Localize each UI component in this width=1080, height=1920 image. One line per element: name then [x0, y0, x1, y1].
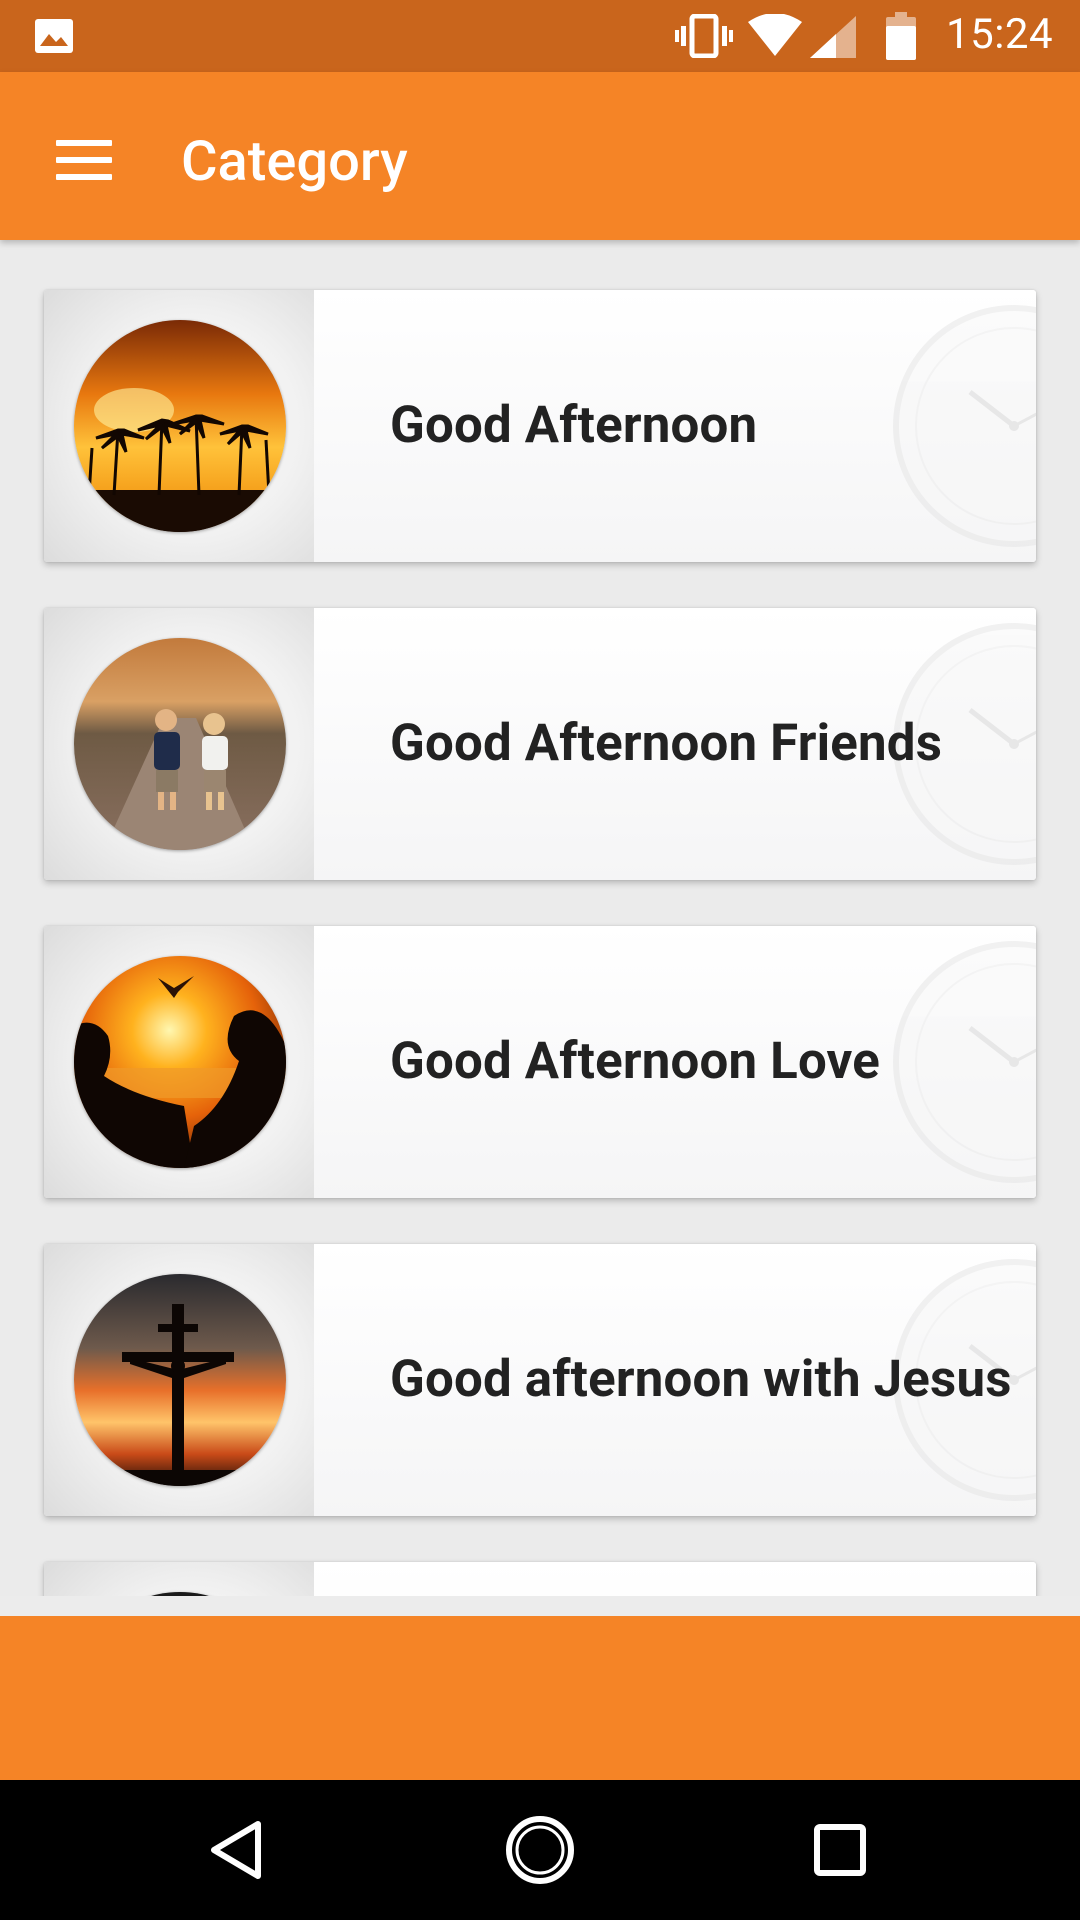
thumbnail-panel [44, 290, 314, 562]
category-card-partial[interactable] [44, 1562, 1036, 1596]
thumbnail-panel [44, 926, 314, 1198]
cross-sunset-image [74, 1274, 286, 1486]
category-card-good-afternoon-with-jesus[interactable]: Good afternoon with Jesus [44, 1244, 1036, 1516]
category-card-good-afternoon-love[interactable]: Good Afternoon Love [44, 926, 1036, 1198]
menu-icon[interactable] [46, 122, 122, 198]
thumbnail-panel [44, 1562, 314, 1596]
page-title: Category [181, 128, 408, 194]
app-bar: Category [0, 72, 1080, 240]
couple-sunset-image [74, 956, 286, 1168]
navigation-bar [0, 1780, 1080, 1920]
clock-icon [893, 305, 1036, 547]
gallery-icon [35, 19, 73, 53]
back-icon[interactable] [200, 1810, 280, 1890]
battery-icon [886, 12, 916, 60]
wifi-icon [748, 14, 802, 56]
category-card-good-afternoon[interactable]: Good Afternoon [44, 290, 1036, 562]
thumbnail-panel [44, 608, 314, 880]
category-label: Good Afternoon [390, 396, 758, 455]
list-footer-gap [0, 1596, 1080, 1616]
category-list[interactable]: Good Afternoon Good Afternoon Friends Go… [0, 240, 1080, 1596]
clock-icon [893, 941, 1036, 1183]
status-bar: 15:24 [0, 0, 1080, 72]
text-panel [314, 1562, 1036, 1596]
category-label: Good afternoon with Jesus [390, 1350, 1012, 1409]
status-time: 15:24 [946, 10, 1054, 59]
recents-icon[interactable] [800, 1810, 880, 1890]
signal-icon [810, 16, 856, 58]
palm-sunset-image [74, 320, 286, 532]
vibrate-icon [675, 14, 733, 58]
children-road-image [74, 638, 286, 850]
category-label: Good Afternoon Love [390, 1032, 880, 1091]
ad-banner[interactable] [0, 1616, 1080, 1780]
category-card-good-afternoon-friends[interactable]: Good Afternoon Friends [44, 608, 1036, 880]
thumbnail-panel [44, 1244, 314, 1516]
home-icon[interactable] [500, 1810, 580, 1890]
category-label: Good Afternoon Friends [390, 714, 943, 773]
